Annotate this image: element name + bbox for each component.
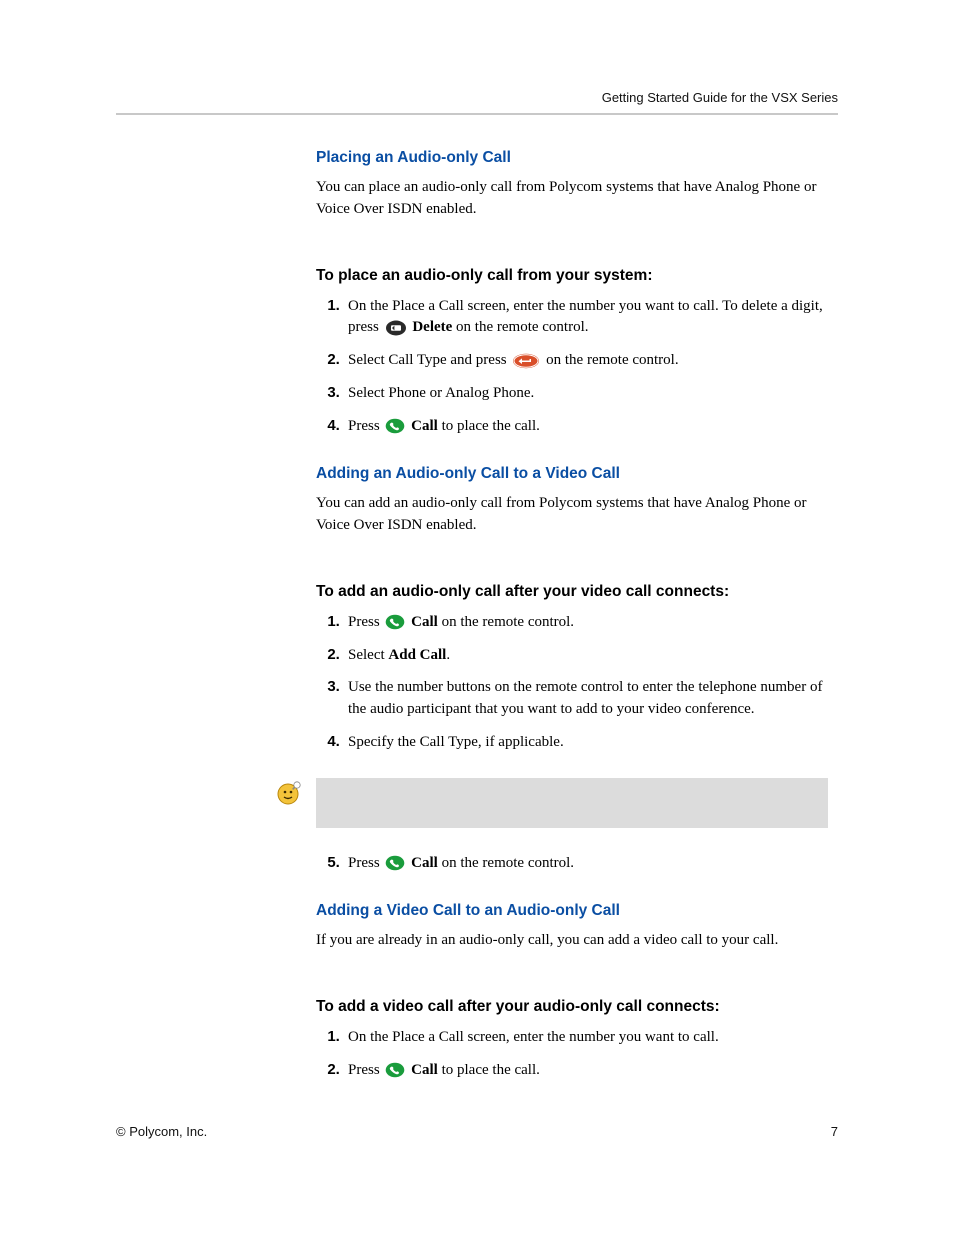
procedure-title: To add an audio-only call after your vid… [316, 583, 828, 601]
page-header: Getting Started Guide for the VSX Series [116, 90, 838, 115]
section-heading-adding-video-to-audio: Adding a Video Call to an Audio-only Cal… [316, 902, 828, 920]
footer-copyright: © Polycom, Inc. [116, 1124, 207, 1139]
list-item: Select Call Type and press on the remote… [344, 349, 828, 372]
delete-button-icon [385, 320, 407, 336]
step-text: on the remote control. [546, 352, 678, 368]
delete-label: Delete [412, 319, 452, 335]
list-item: Press Call on the remote control. [344, 852, 828, 875]
step-text: on the remote control. [442, 855, 574, 871]
call-label: Call [411, 614, 438, 630]
call-label: Call [411, 418, 438, 434]
tip-icon [276, 780, 302, 806]
step-text: Press [348, 855, 383, 871]
list-item: On the Place a Call screen, enter the nu… [344, 295, 828, 340]
list-item: Press Call to place the call. [344, 415, 828, 438]
main-content: Placing an Audio-only Call You can place… [316, 149, 828, 1082]
step-text: to place the call. [442, 1062, 540, 1078]
note-callout [262, 778, 828, 828]
call-button-icon [385, 418, 405, 434]
call-label: Call [411, 855, 438, 871]
call-button-icon [385, 614, 405, 630]
procedure-title: To add a video call after your audio-onl… [316, 998, 828, 1016]
step-text: on the remote control. [456, 319, 588, 335]
section-intro: You can add an audio-only call from Poly… [316, 493, 828, 537]
call-button-icon [385, 1062, 405, 1078]
procedure-list: On the Place a Call screen, enter the nu… [316, 1026, 828, 1082]
procedure-list: On the Place a Call screen, enter the nu… [316, 295, 828, 438]
section-intro: You can place an audio-only call from Po… [316, 177, 828, 221]
add-call-label: Add Call [388, 647, 446, 663]
step-text: . [446, 647, 450, 663]
step-text: to place the call. [442, 418, 540, 434]
section-heading-placing-audio-only: Placing an Audio-only Call [316, 149, 828, 167]
page-footer: © Polycom, Inc. 7 [116, 1124, 838, 1139]
list-item: Select Add Call. [344, 644, 828, 667]
call-label: Call [411, 1062, 438, 1078]
step-text: Press [348, 614, 383, 630]
page-number: 7 [831, 1124, 838, 1139]
step-text: Press [348, 418, 383, 434]
section-heading-adding-audio-to-video: Adding an Audio-only Call to a Video Cal… [316, 465, 828, 483]
step-text: Select [348, 647, 388, 663]
list-item: Use the number buttons on the remote con… [344, 676, 828, 721]
procedure-list-continued: Press Call on the remote control. [316, 852, 828, 875]
note-box [316, 778, 828, 828]
step-text: Select Call Type and press [348, 352, 510, 368]
list-item: Press Call to place the call. [344, 1059, 828, 1082]
step-text: on the remote control. [442, 614, 574, 630]
list-item: Select Phone or Analog Phone. [344, 382, 828, 405]
list-item: On the Place a Call screen, enter the nu… [344, 1026, 828, 1049]
procedure-title: To place an audio-only call from your sy… [316, 267, 828, 285]
list-item: Specify the Call Type, if applicable. [344, 731, 828, 754]
enter-button-icon [512, 353, 540, 369]
call-button-icon [385, 855, 405, 871]
section-intro: If you are already in an audio-only call… [316, 930, 828, 952]
procedure-list: Press Call on the remote control. Select… [316, 611, 828, 754]
list-item: Press Call on the remote control. [344, 611, 828, 634]
step-text: Press [348, 1062, 383, 1078]
